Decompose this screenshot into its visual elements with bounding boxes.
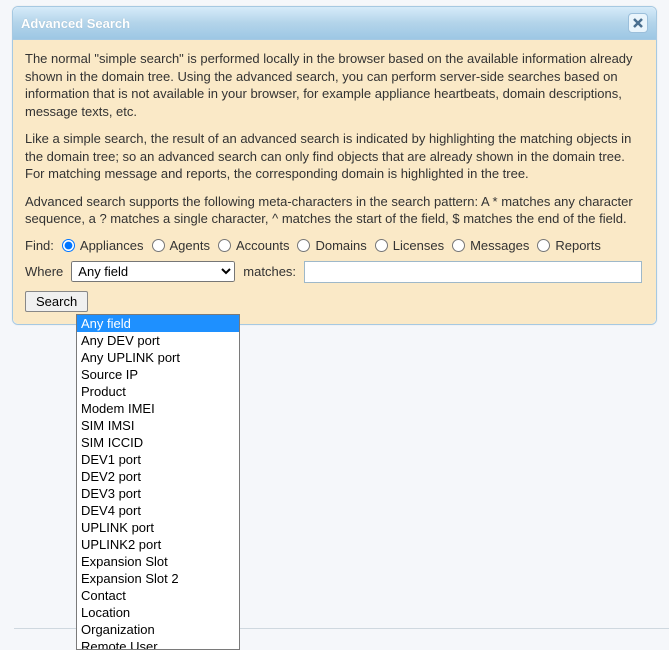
description-paragraph-2: Like a simple search, the result of an a… — [25, 130, 644, 183]
dropdown-option[interactable]: SIM ICCID — [77, 434, 239, 451]
radio-appliances[interactable]: Appliances — [62, 238, 144, 253]
dialog-body: The normal "simple search" is performed … — [13, 40, 656, 324]
description-paragraph-3: Advanced search supports the following m… — [25, 193, 644, 228]
dropdown-option[interactable]: Modem IMEI — [77, 400, 239, 417]
description-paragraph-1: The normal "simple search" is performed … — [25, 50, 644, 120]
find-label: Find: — [25, 238, 54, 253]
search-button[interactable]: Search — [25, 291, 88, 312]
matches-label: matches: — [243, 264, 296, 279]
dialog-header: Advanced Search — [13, 7, 656, 40]
dropdown-option[interactable]: Contact — [77, 587, 239, 604]
dropdown-option[interactable]: SIM IMSI — [77, 417, 239, 434]
field-select-dropdown[interactable]: Any fieldAny DEV portAny UPLINK portSour… — [76, 314, 240, 650]
close-icon — [633, 18, 643, 28]
dropdown-option[interactable]: Product — [77, 383, 239, 400]
dropdown-option[interactable]: Any DEV port — [77, 332, 239, 349]
dropdown-option[interactable]: DEV4 port — [77, 502, 239, 519]
where-label: Where — [25, 264, 63, 279]
radio-agents[interactable]: Agents — [152, 238, 210, 253]
dropdown-option[interactable]: DEV3 port — [77, 485, 239, 502]
button-row: Search — [25, 291, 644, 312]
advanced-search-dialog: Advanced Search The normal "simple searc… — [12, 6, 657, 325]
dropdown-option[interactable]: Expansion Slot 2 — [77, 570, 239, 587]
dropdown-option[interactable]: Source IP — [77, 366, 239, 383]
radio-accounts[interactable]: Accounts — [218, 238, 289, 253]
radio-domains[interactable]: Domains — [297, 238, 366, 253]
dropdown-option[interactable]: UPLINK port — [77, 519, 239, 536]
dropdown-option[interactable]: Any UPLINK port — [77, 349, 239, 366]
radio-licenses[interactable]: Licenses — [375, 238, 444, 253]
field-select[interactable]: Any field — [71, 261, 235, 282]
dropdown-option[interactable]: DEV1 port — [77, 451, 239, 468]
dropdown-option[interactable]: Location — [77, 604, 239, 621]
radio-messages[interactable]: Messages — [452, 238, 529, 253]
close-button[interactable] — [628, 13, 648, 33]
where-row: Where Any field matches: — [25, 261, 644, 283]
search-input[interactable] — [304, 261, 642, 283]
dropdown-option[interactable]: UPLINK2 port — [77, 536, 239, 553]
dropdown-option[interactable]: Any field — [77, 315, 239, 332]
find-row: Find: Appliances Agents Accounts Domains… — [25, 238, 644, 253]
dropdown-option[interactable]: Remote User — [77, 638, 239, 650]
dropdown-option[interactable]: Expansion Slot — [77, 553, 239, 570]
dialog-title: Advanced Search — [21, 16, 130, 31]
radio-reports[interactable]: Reports — [537, 238, 601, 253]
dropdown-option[interactable]: DEV2 port — [77, 468, 239, 485]
dropdown-option[interactable]: Organization — [77, 621, 239, 638]
